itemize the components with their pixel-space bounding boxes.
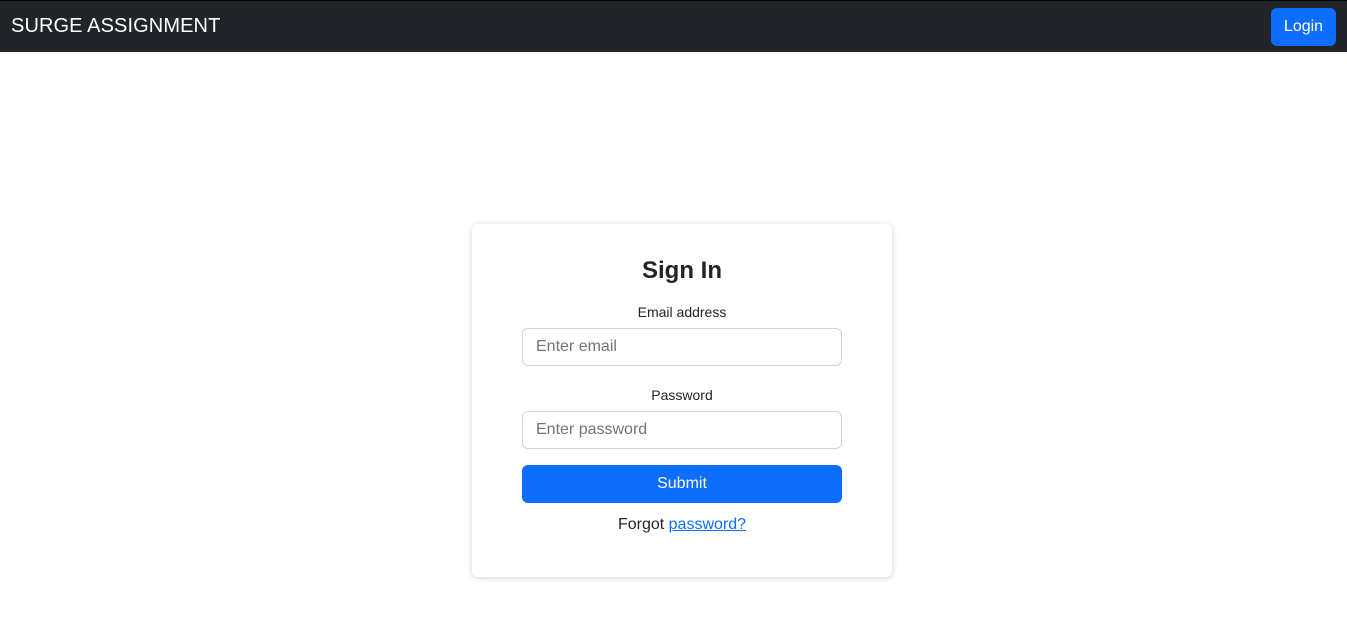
- page-title: Sign In: [642, 257, 722, 284]
- brand-title[interactable]: SURGE ASSIGNMENT: [11, 15, 220, 38]
- forgot-text: Forgot: [617, 516, 665, 533]
- login-button[interactable]: Login: [1271, 7, 1336, 46]
- password-label: Password: [651, 387, 713, 403]
- email-field[interactable]: [522, 328, 842, 366]
- forgot-password-text: Forgot password?: [522, 515, 842, 534]
- submit-button[interactable]: Submit: [522, 465, 842, 503]
- password-field[interactable]: [522, 411, 842, 449]
- top-navbar: SURGE ASSIGNMENT Login: [0, 0, 1347, 52]
- email-label: Email address: [637, 304, 727, 320]
- signin-card: Sign In Email address Password Submit Fo…: [472, 224, 892, 577]
- forgot-password-link[interactable]: password?: [669, 516, 746, 533]
